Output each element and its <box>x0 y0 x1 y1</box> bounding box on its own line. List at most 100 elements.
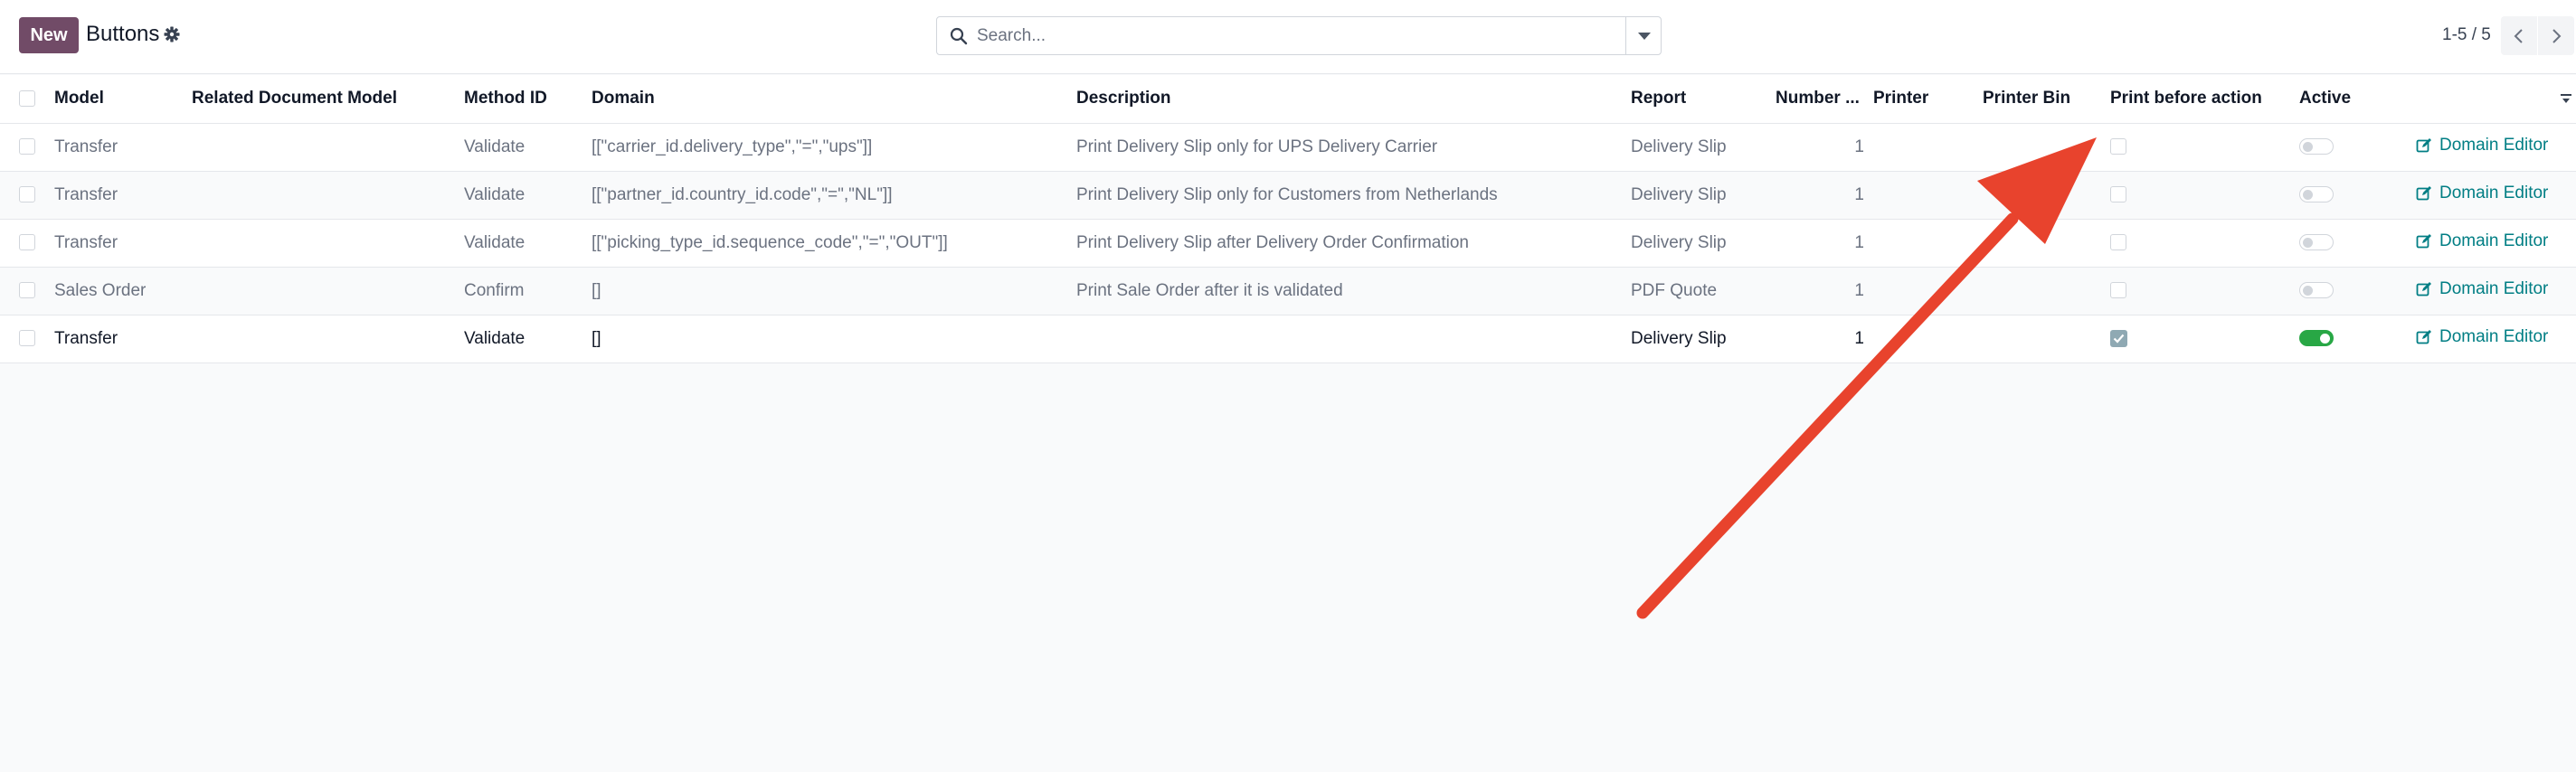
cell-report: Delivery Slip <box>1631 232 1727 252</box>
active-toggle[interactable] <box>2299 234 2334 251</box>
table-row[interactable]: Sales Order Confirm [] Print Sale Order … <box>0 267 2576 315</box>
edit-icon <box>2416 329 2431 344</box>
row-select-cell <box>0 171 54 219</box>
domain-editor-label: Domain Editor <box>2439 135 2549 155</box>
row-checkbox[interactable] <box>19 282 35 299</box>
active-toggle[interactable] <box>2299 138 2334 155</box>
cell-active <box>2299 123 2416 171</box>
row-checkbox[interactable] <box>19 138 35 155</box>
column-header-description[interactable]: Description <box>1076 75 1631 124</box>
cell-report: Delivery Slip <box>1631 184 1727 204</box>
pager-value[interactable]: 1-5 / 5 <box>2442 25 2491 45</box>
row-checkbox[interactable] <box>19 186 35 203</box>
cell-model: Sales Order <box>54 280 147 300</box>
column-header-printer-bin[interactable]: Printer Bin <box>1983 75 2110 124</box>
control-panel: New Buttons 1-5 / 5 <box>0 0 2576 74</box>
cell-print-before-action <box>2110 267 2299 315</box>
cell-domain-editor: Domain Editor <box>2416 267 2576 315</box>
search-options-toggle[interactable] <box>1625 16 1662 55</box>
cell-method-id: Validate <box>464 184 526 204</box>
cell-print-before-action <box>2110 171 2299 219</box>
row-select-cell <box>0 219 54 267</box>
cell-method-id: Confirm <box>464 280 525 300</box>
print-before-action-checkbox[interactable] <box>2110 186 2126 203</box>
chevron-left-icon <box>2514 28 2523 43</box>
optional-columns-icon[interactable] <box>2560 92 2572 105</box>
domain-editor-button[interactable]: Domain Editor <box>2416 231 2548 251</box>
buttons-list-table: Model Related Document Model Method ID D… <box>0 75 2576 363</box>
column-header-model[interactable]: Model <box>54 75 192 124</box>
table-row[interactable]: Transfer Validate [["partner_id.country_… <box>0 171 2576 219</box>
cell-domain: [] <box>592 328 601 348</box>
cell-domain-editor: Domain Editor <box>2416 219 2576 267</box>
cell-related-model <box>192 171 464 219</box>
cell-related-model <box>192 123 464 171</box>
cell-printer <box>1873 315 1983 362</box>
cell-printer-bin <box>1983 171 2110 219</box>
row-checkbox[interactable] <box>19 234 35 251</box>
cell-description: Print Delivery Slip only for Customers f… <box>1076 184 1498 204</box>
domain-editor-button[interactable]: Domain Editor <box>2416 136 2548 155</box>
cell-printer <box>1873 267 1983 315</box>
edit-icon <box>2416 137 2431 152</box>
active-toggle[interactable] <box>2299 186 2334 203</box>
pager-next-button[interactable] <box>2538 16 2574 55</box>
search-input[interactable] <box>977 17 1610 54</box>
print-before-action-checkbox[interactable] <box>2110 234 2126 251</box>
table-row[interactable]: Transfer Validate [["carrier_id.delivery… <box>0 123 2576 171</box>
cell-domain: [["picking_type_id.sequence_code","=","O… <box>592 232 948 252</box>
column-header-active[interactable]: Active <box>2299 75 2416 124</box>
column-header-print-before-action[interactable]: Print before action <box>2110 75 2299 124</box>
caret-down-icon <box>1637 32 1651 40</box>
checkmark-icon <box>2113 334 2125 344</box>
cell-description <box>1076 315 1631 362</box>
domain-editor-button[interactable]: Domain Editor <box>2416 184 2548 203</box>
cell-method-id: Validate <box>464 137 526 156</box>
cell-printer-bin <box>1983 219 2110 267</box>
select-all-cell <box>0 75 54 124</box>
cell-number: 1 <box>1854 328 1864 348</box>
cell-method-id: Validate <box>464 232 526 252</box>
table-row[interactable]: Transfer Validate [["picking_type_id.seq… <box>0 219 2576 267</box>
cell-model: Transfer <box>54 328 118 348</box>
column-header-printer[interactable]: Printer <box>1873 75 1983 124</box>
search-icon <box>950 27 968 45</box>
column-header-domain[interactable]: Domain <box>592 75 1076 124</box>
column-header-number[interactable]: Number ... <box>1776 75 1873 124</box>
cell-report: Delivery Slip <box>1631 137 1727 156</box>
search-box <box>936 16 1662 55</box>
optional-columns-cell <box>2416 75 2576 124</box>
cell-number: 1 <box>1854 184 1864 204</box>
gear-icon[interactable] <box>163 25 181 43</box>
new-button[interactable]: New <box>19 17 79 53</box>
cell-model: Transfer <box>54 137 118 156</box>
cell-number: 1 <box>1854 137 1864 156</box>
column-header-related-model[interactable]: Related Document Model <box>192 75 464 124</box>
active-toggle[interactable] <box>2299 330 2334 347</box>
cell-method-id: Validate <box>464 328 526 348</box>
active-toggle[interactable] <box>2299 282 2334 299</box>
cell-active <box>2299 171 2416 219</box>
domain-editor-button[interactable]: Domain Editor <box>2416 279 2548 299</box>
domain-editor-button[interactable]: Domain Editor <box>2416 327 2548 347</box>
cell-active <box>2299 315 2416 362</box>
cell-related-model <box>192 267 464 315</box>
cell-number: 1 <box>1854 232 1864 252</box>
cell-active <box>2299 267 2416 315</box>
row-checkbox[interactable] <box>19 330 35 347</box>
cell-description: Print Delivery Slip after Delivery Order… <box>1076 232 1469 252</box>
cell-description: Print Delivery Slip only for UPS Deliver… <box>1076 137 1438 156</box>
column-header-method-id[interactable]: Method ID <box>464 75 592 124</box>
print-before-action-checkbox[interactable] <box>2110 282 2126 299</box>
column-header-report[interactable]: Report <box>1631 75 1776 124</box>
row-select-cell <box>0 123 54 171</box>
row-select-cell <box>0 267 54 315</box>
cell-domain: [["partner_id.country_id.code","=","NL"]… <box>592 184 893 204</box>
table-row[interactable]: Transfer Validate [] Delivery Slip 1 Dom… <box>0 315 2576 362</box>
cell-printer-bin <box>1983 267 2110 315</box>
cell-printer <box>1873 171 1983 219</box>
print-before-action-checkbox[interactable] <box>2110 138 2126 155</box>
select-all-checkbox[interactable] <box>19 90 35 108</box>
pager-previous-button[interactable] <box>2501 16 2537 55</box>
print-before-action-checkbox[interactable] <box>2110 329 2127 347</box>
